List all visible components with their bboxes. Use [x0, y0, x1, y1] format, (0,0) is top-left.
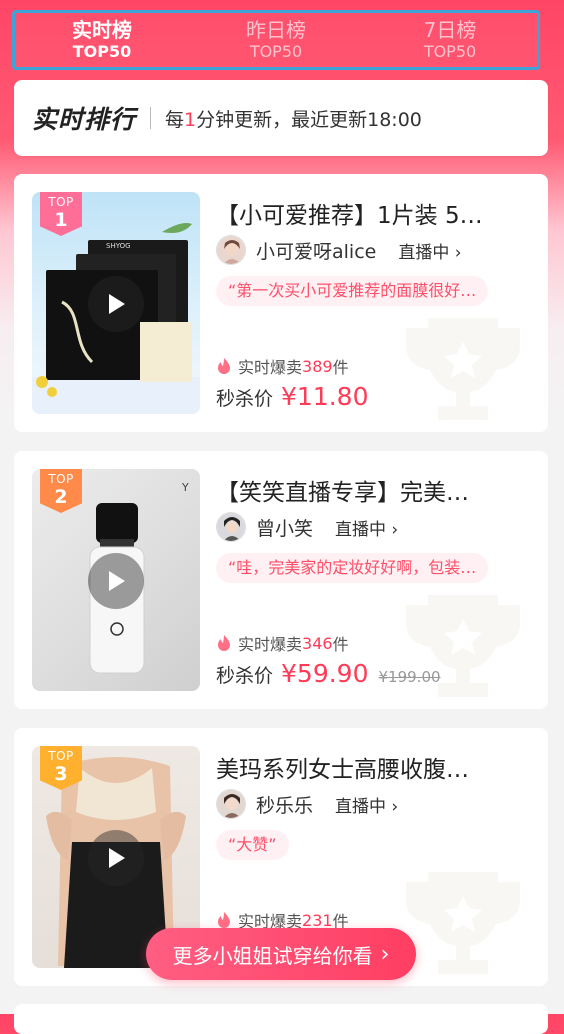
update-text-prefix: 每 — [165, 108, 185, 131]
trophy-icon — [406, 318, 520, 420]
sales-prefix: 实时爆卖 — [238, 358, 303, 377]
product-card-1[interactable]: SHYOG TOP 1 【小可爱推荐】1片装 5… 小可爱呀alice 直播中 … — [14, 174, 548, 432]
live-status-link[interactable]: 直播中 › — [398, 238, 461, 263]
product-card-4-partial[interactable] — [14, 1004, 548, 1034]
play-icon — [109, 848, 125, 868]
rank-top-label: TOP — [48, 195, 74, 209]
chevron-right-icon: › — [391, 796, 399, 817]
avatar[interactable] — [216, 789, 246, 819]
rank-number: 2 — [54, 486, 68, 508]
section-title: 实时排行 — [32, 105, 137, 134]
sales-info: 实时爆卖 389 件 — [216, 354, 349, 378]
sales-count: 389 — [302, 356, 333, 376]
divider — [150, 107, 152, 129]
tab-yesterday[interactable]: 昨日榜 TOP50 — [189, 18, 363, 62]
play-button[interactable] — [88, 553, 144, 609]
live-status: 直播中 — [335, 796, 387, 817]
live-status-link[interactable]: 直播中 › — [335, 792, 398, 817]
tab-yesterday-label: 昨日榜 — [246, 18, 306, 42]
host-name: 秒乐乐 — [256, 794, 314, 817]
host-info[interactable]: 曾小笑 直播中 › — [216, 511, 398, 543]
tab-realtime[interactable]: 实时榜 TOP50 — [15, 18, 189, 62]
tab-realtime-label: 实时榜 — [72, 18, 132, 42]
fire-icon — [218, 912, 230, 928]
product-image[interactable]: SHYOG TOP 1 — [32, 192, 200, 414]
tab-yesterday-sub: TOP50 — [249, 42, 303, 61]
play-icon — [109, 294, 125, 314]
rank-number: 3 — [54, 763, 68, 785]
live-status-link[interactable]: 直播中 › — [335, 515, 398, 540]
product-title[interactable]: 美玛系列女士高腰收腹… — [216, 750, 526, 784]
host-info[interactable]: 小可爱呀alice 直播中 › — [216, 234, 462, 266]
price-row: 秒杀价 ¥59.90 ¥199.00 — [216, 659, 441, 688]
tab-7day[interactable]: 7日榜 TOP50 — [363, 18, 537, 62]
comment-bubble: “大赞” — [216, 830, 289, 860]
original-price: ¥199.00 — [378, 668, 441, 686]
play-icon — [109, 571, 125, 591]
update-text: 每1分钟更新，最近更新18:00 — [165, 105, 422, 132]
fire-icon — [218, 635, 230, 651]
product-card-2[interactable]: FE Y TOP 2 【笑笑直播专享】完美… 曾小笑 直播中 › “哇，完美家的… — [14, 451, 548, 709]
host-info[interactable]: 秒乐乐 直播中 › — [216, 788, 398, 820]
comment-bubble: “哇，完美家的定妆好好啊，包装… — [216, 553, 489, 583]
ranking-tabs: 实时榜 TOP50 昨日榜 TOP50 7日榜 TOP50 — [12, 10, 540, 70]
trophy-icon — [406, 872, 520, 974]
sale-price: ¥59.90 — [281, 659, 369, 688]
tab-realtime-sub: TOP50 — [72, 42, 132, 61]
sales-prefix: 实时爆卖 — [238, 635, 303, 654]
price-row: 秒杀价 ¥11.80 — [216, 382, 369, 411]
live-status: 直播中 — [335, 519, 387, 540]
avatar[interactable] — [216, 512, 246, 542]
more-tryon-button[interactable]: 更多小姐姐试穿给你看 › — [146, 928, 416, 980]
tab-7day-label: 7日榜 — [423, 18, 477, 42]
price-label: 秒杀价 — [216, 388, 274, 410]
chevron-right-icon: › — [380, 941, 390, 967]
more-tryon-label: 更多小姐姐试穿给你看 — [172, 943, 373, 968]
chevron-right-icon: › — [391, 519, 399, 540]
play-button[interactable] — [88, 830, 144, 886]
rank-top-label: TOP — [48, 472, 74, 486]
sales-unit: 件 — [332, 358, 349, 377]
avatar[interactable] — [216, 235, 246, 265]
play-button[interactable] — [88, 276, 144, 332]
update-info-bar: 实时排行 每1分钟更新，最近更新18:00 — [14, 80, 548, 156]
comment-bubble: “第一次买小可爱推荐的面膜很好… — [216, 276, 489, 306]
sales-count: 231 — [302, 910, 333, 930]
sales-info: 实时爆卖 346 件 — [216, 631, 349, 655]
rank-top-label: TOP — [48, 749, 74, 763]
rank-number: 1 — [54, 209, 68, 231]
sale-price: ¥11.80 — [281, 382, 369, 411]
update-interval: 1 — [184, 108, 197, 131]
product-image[interactable]: FE Y TOP 2 — [32, 469, 200, 691]
sales-unit: 件 — [332, 635, 349, 654]
price-label: 秒杀价 — [216, 665, 274, 687]
update-text-suffix: 分钟更新，最近更新18:00 — [196, 108, 422, 131]
svg-text:Y: Y — [181, 481, 189, 494]
live-status: 直播中 — [398, 242, 450, 263]
svg-text:SHYOG: SHYOG — [106, 242, 131, 250]
product-title[interactable]: 【小可爱推荐】1片装 5… — [216, 196, 526, 230]
host-name: 曾小笑 — [256, 517, 314, 540]
fire-icon — [218, 358, 230, 374]
tab-7day-sub: TOP50 — [423, 42, 477, 61]
product-title[interactable]: 【笑笑直播专享】完美… — [216, 473, 526, 507]
chevron-right-icon: › — [454, 242, 462, 263]
host-name: 小可爱呀alice — [256, 240, 377, 263]
sales-count: 346 — [302, 633, 333, 653]
